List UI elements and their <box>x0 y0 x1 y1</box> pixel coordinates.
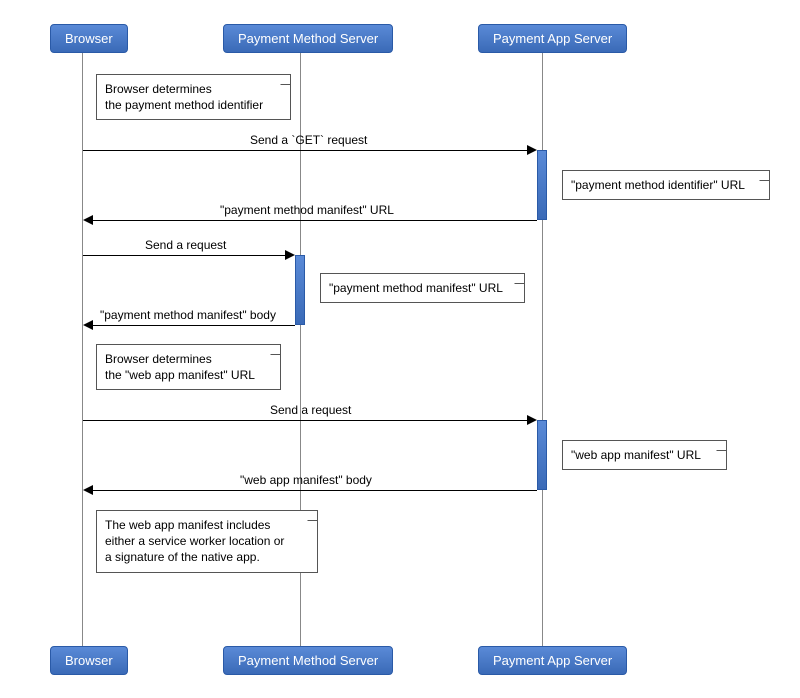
note-line: the "web app manifest" URL <box>105 368 255 382</box>
note-line: Browser determines <box>105 352 212 366</box>
arrowhead-icon <box>83 320 93 330</box>
label: Browser <box>65 653 113 668</box>
participant-browser-top: Browser <box>50 24 128 53</box>
arrowhead-icon <box>83 485 93 495</box>
activation-pas-1 <box>537 150 547 220</box>
note-line: either a service worker location or <box>105 534 284 548</box>
arrowhead-icon <box>285 250 295 260</box>
activation-pas-2 <box>537 420 547 490</box>
participant-browser-bottom: Browser <box>50 646 128 675</box>
note-wam-url: "web app manifest" URL <box>562 440 727 470</box>
arrow-send-request-pas <box>83 420 534 421</box>
msg-pmm-body: "payment method manifest" body <box>100 308 276 322</box>
lifeline-pas <box>542 50 543 646</box>
note-pmi-url: "payment method identifier" URL <box>562 170 770 200</box>
note-line: "payment method manifest" URL <box>329 281 503 295</box>
participant-pms-top: Payment Method Server <box>223 24 393 53</box>
note-line: Browser determines <box>105 82 212 96</box>
msg-get-request: Send a `GET` request <box>250 133 367 147</box>
note-pmm-url-2: "payment method manifest" URL <box>320 273 525 303</box>
note-line: a signature of the native app. <box>105 550 260 564</box>
label: Browser <box>65 31 113 46</box>
sequence-diagram: Browser Payment Method Server Payment Ap… <box>0 0 800 698</box>
label: Payment Method Server <box>238 31 378 46</box>
label: Payment App Server <box>493 653 612 668</box>
arrowhead-icon <box>527 415 537 425</box>
arrowhead-icon <box>83 215 93 225</box>
arrowhead-icon <box>527 145 537 155</box>
msg-wam-body: "web app manifest" body <box>240 473 372 487</box>
arrow-send-request-pms <box>83 255 292 256</box>
note-determine-wam: Browser determines the "web app manifest… <box>96 344 281 390</box>
note-wam-includes: The web app manifest includes either a s… <box>96 510 318 573</box>
note-line: "payment method identifier" URL <box>571 178 745 192</box>
note-line: the payment method identifier <box>105 98 263 112</box>
lifeline-browser <box>82 50 83 646</box>
participant-pms-bottom: Payment Method Server <box>223 646 393 675</box>
arrow-pmm-url <box>86 220 537 221</box>
arrow-pmm-body <box>86 325 295 326</box>
msg-send-request-pas: Send a request <box>270 403 351 417</box>
arrow-get-request <box>83 150 534 151</box>
participant-pas-top: Payment App Server <box>478 24 627 53</box>
note-determine-pmi: Browser determines the payment method id… <box>96 74 291 120</box>
participant-pas-bottom: Payment App Server <box>478 646 627 675</box>
activation-pms <box>295 255 305 325</box>
label: Payment App Server <box>493 31 612 46</box>
arrow-wam-body <box>86 490 537 491</box>
msg-pmm-url: "payment method manifest" URL <box>220 203 394 217</box>
msg-send-request-pms: Send a request <box>145 238 226 252</box>
note-line: "web app manifest" URL <box>571 448 701 462</box>
note-line: The web app manifest includes <box>105 518 270 532</box>
label: Payment Method Server <box>238 653 378 668</box>
